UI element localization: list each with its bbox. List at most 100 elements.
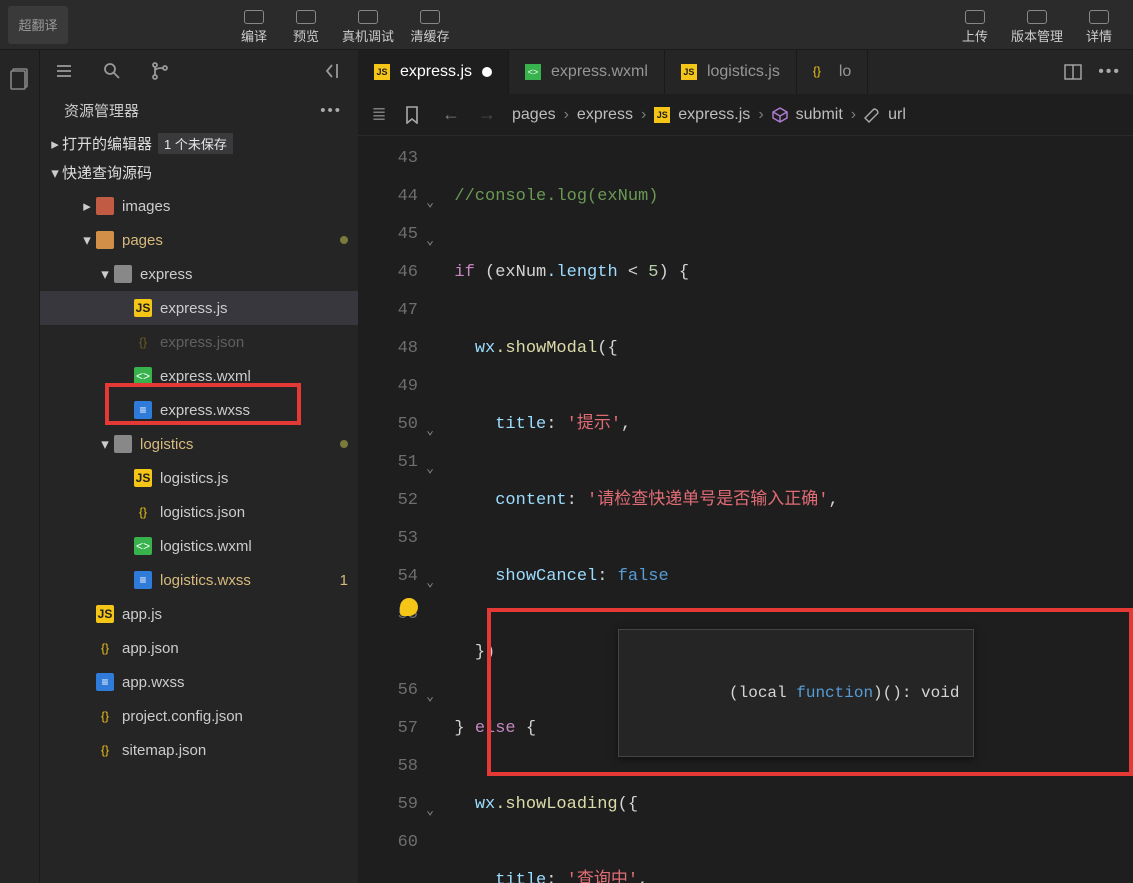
more-icon[interactable]: ••• — [1098, 63, 1121, 81]
tree-file-app-wxss[interactable]: ≡ app.wxss — [40, 665, 358, 699]
tab-truncated[interactable]: {} lo — [797, 50, 868, 94]
title-fragment: 超翻译 — [8, 6, 68, 44]
tab-label: express.js — [400, 63, 472, 81]
js-file-icon: JS — [681, 64, 697, 80]
wrench-icon — [864, 107, 880, 123]
tree-file-app-json[interactable]: {} app.json — [40, 631, 358, 665]
forward-icon[interactable]: → — [476, 104, 498, 125]
tab-express-wxml[interactable]: <> express.wxml — [509, 50, 665, 94]
code-token: if — [454, 263, 474, 282]
crumb-pages[interactable]: pages — [512, 106, 556, 124]
folder-icon — [96, 197, 114, 215]
remote-debug-button[interactable]: 真机调试 — [332, 1, 404, 49]
tree-file-express-wxml[interactable]: <> express.wxml — [40, 359, 358, 393]
split-editor-icon[interactable] — [1064, 63, 1082, 81]
js-file-icon: JS — [374, 64, 390, 80]
code-token: (exNum — [485, 263, 546, 282]
breadcrumb: pages › express › JS express.js › submit… — [512, 106, 906, 124]
hover-text: function — [796, 684, 873, 702]
tree-label: express.json — [160, 334, 358, 351]
tree-file-express-wxss[interactable]: ≡ express.wxss — [40, 393, 358, 427]
tree-label: app.js — [122, 606, 358, 623]
json-file-icon: {} — [96, 707, 114, 725]
compile-button[interactable]: 编译 — [228, 1, 280, 49]
tree-file-sitemap[interactable]: {} sitemap.json — [40, 733, 358, 767]
folder-open-icon — [96, 231, 114, 249]
list-icon[interactable]: ≣ — [368, 104, 390, 125]
details-button[interactable]: 详情 — [1073, 1, 1125, 49]
code-token: '查询中' — [567, 871, 638, 883]
line-number: 47 — [358, 292, 418, 330]
code-token: //console.log(exNum) — [454, 187, 658, 206]
crumb-file[interactable]: express.js — [678, 106, 750, 124]
tree-file-express-json[interactable]: {} express.json — [40, 325, 358, 359]
tree-label: express.wxml — [160, 368, 358, 385]
js-file-icon: JS — [134, 469, 152, 487]
tree-file-express-js[interactable]: JS express.js — [40, 291, 358, 325]
chevron-right-icon: › — [851, 106, 856, 124]
chevron-right-icon: ▸ — [48, 135, 62, 153]
hover-tooltip: (local function)(): void — [618, 629, 974, 757]
crumb-express[interactable]: express — [577, 106, 633, 124]
explorer-icon[interactable] — [8, 66, 32, 90]
code-token: showCancel — [495, 567, 597, 586]
folder-open-icon — [114, 265, 132, 283]
tree-folder-logistics[interactable]: ▾ logistics — [40, 427, 358, 461]
tree-folder-images[interactable]: ▸ images — [40, 189, 358, 223]
line-number: 60 — [358, 824, 418, 862]
tree-file-app-js[interactable]: JS app.js — [40, 597, 358, 631]
line-number: 48 — [358, 330, 418, 368]
open-editors-section[interactable]: ▸ 打开的编辑器 1 个未保存 — [40, 129, 358, 158]
version-button[interactable]: 版本管理 — [1001, 1, 1073, 49]
collapse-icon[interactable] — [324, 61, 344, 81]
tab-logistics-js[interactable]: JS logistics.js — [665, 50, 797, 94]
tree-label: logistics.json — [160, 504, 358, 521]
bookmark-icon[interactable] — [404, 106, 426, 124]
line-number: 45⌄ — [358, 216, 418, 254]
crumb-url[interactable]: url — [888, 106, 906, 124]
list-icon[interactable] — [54, 61, 74, 81]
line-number: 43 — [358, 140, 418, 178]
crumb-submit[interactable]: submit — [796, 106, 843, 124]
tree-label: express.wxss — [160, 402, 358, 419]
tree-file-logistics-wxml[interactable]: <> logistics.wxml — [40, 529, 358, 563]
tab-express-js[interactable]: JS express.js — [358, 50, 509, 94]
chevron-right-icon: ▸ — [80, 197, 94, 215]
tree-file-logistics-json[interactable]: {} logistics.json — [40, 495, 358, 529]
tree-folder-pages[interactable]: ▾ pages — [40, 223, 358, 257]
wxss-file-icon: ≡ — [96, 673, 114, 691]
clear-cache-button[interactable]: 清缓存 — [404, 1, 456, 49]
wxss-file-icon: ≡ — [134, 571, 152, 589]
preview-button[interactable]: 预览 — [280, 1, 332, 49]
unsaved-badge: 1 个未保存 — [158, 133, 233, 154]
search-icon[interactable] — [102, 61, 122, 81]
chevron-right-icon: › — [564, 106, 569, 124]
lightbulb-icon[interactable] — [400, 598, 418, 616]
tree-file-logistics-js[interactable]: JS logistics.js — [40, 461, 358, 495]
tree-label: images — [122, 198, 358, 215]
more-icon[interactable]: ••• — [320, 102, 342, 119]
version-label: 版本管理 — [1011, 26, 1063, 45]
tree-file-logistics-wxss[interactable]: ≡ logistics.wxss 1 — [40, 563, 358, 597]
js-file-icon: JS — [654, 107, 670, 123]
json-file-icon: {} — [96, 741, 114, 759]
back-icon[interactable]: ← — [440, 104, 462, 125]
wxml-file-icon: <> — [134, 367, 152, 385]
code-content[interactable]: //console.log(exNum) if (exNum.length < … — [428, 136, 1133, 883]
tree-label: pages — [122, 232, 340, 249]
toolbar-left-group: 编译 预览 真机调试 清缓存 — [228, 1, 456, 49]
line-gutter: 43 44⌄ 45⌄ 46 47 48 49 50⌄ 51⌄ 52 53 54⌄… — [358, 136, 428, 883]
sidebar: 资源管理器 ••• ▸ 打开的编辑器 1 个未保存 ▾ 快递查询源码 ▸ ima… — [40, 50, 358, 883]
clear-cache-label: 清缓存 — [410, 26, 449, 45]
tree-folder-express[interactable]: ▾ express — [40, 257, 358, 291]
project-label: 快递查询源码 — [62, 162, 152, 183]
tree-label: app.json — [122, 640, 358, 657]
tree-label: express — [140, 266, 358, 283]
code-editor[interactable]: 43 44⌄ 45⌄ 46 47 48 49 50⌄ 51⌄ 52 53 54⌄… — [358, 136, 1133, 883]
project-section[interactable]: ▾ 快递查询源码 — [40, 158, 358, 187]
upload-button[interactable]: 上传 — [949, 1, 1001, 49]
hover-text: )(): void — [873, 684, 959, 702]
tree-file-project-config[interactable]: {} project.config.json — [40, 699, 358, 733]
wxss-file-icon: ≡ — [134, 401, 152, 419]
branch-icon[interactable] — [150, 61, 170, 81]
